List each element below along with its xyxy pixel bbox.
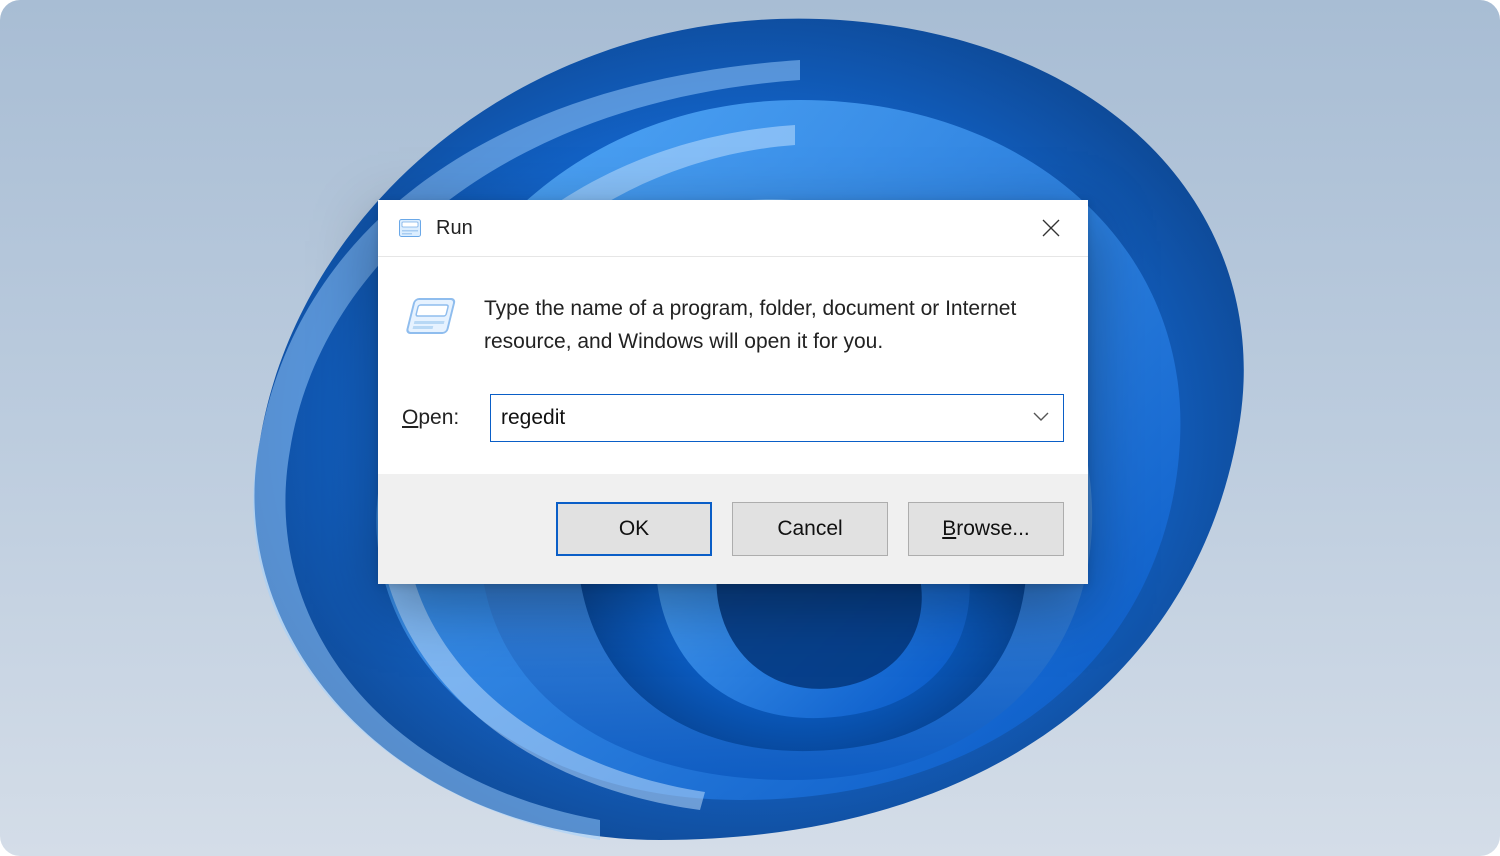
dialog-description: Type the name of a program, folder, docu…	[484, 293, 1064, 358]
close-icon	[1042, 219, 1060, 237]
titlebar[interactable]: Run	[378, 200, 1088, 257]
open-combobox[interactable]	[490, 394, 1064, 442]
run-dialog-icon	[398, 216, 422, 240]
chevron-down-icon[interactable]	[1033, 409, 1049, 427]
run-dialog: Run	[378, 200, 1088, 584]
desktop-background: Run	[0, 0, 1500, 856]
dialog-body: Type the name of a program, folder, docu…	[378, 257, 1088, 474]
dialog-footer: OK Cancel Browse...	[378, 474, 1088, 584]
close-button[interactable]	[1026, 200, 1076, 256]
open-input[interactable]	[501, 406, 1053, 430]
cancel-button[interactable]: Cancel	[732, 502, 888, 556]
dialog-title: Run	[436, 217, 1026, 240]
ok-button[interactable]: OK	[556, 502, 712, 556]
open-label: Open:	[402, 406, 462, 430]
run-program-icon	[402, 295, 456, 349]
browse-button[interactable]: Browse...	[908, 502, 1064, 556]
